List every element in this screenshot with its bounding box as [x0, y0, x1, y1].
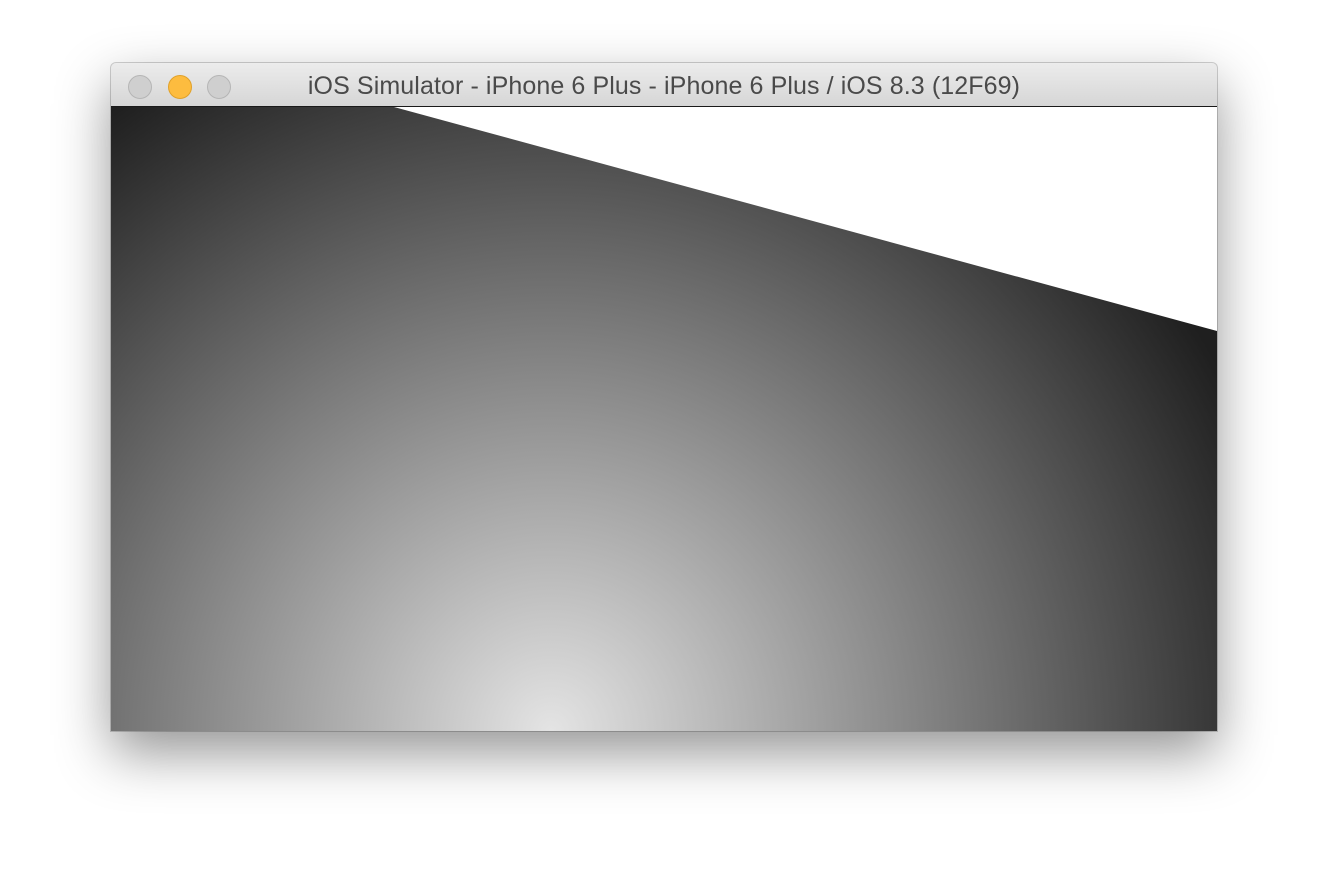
simulator-screen[interactable] — [111, 107, 1217, 731]
simulator-window: iOS Simulator - iPhone 6 Plus - iPhone 6… — [111, 63, 1217, 731]
title-bar[interactable]: iOS Simulator - iPhone 6 Plus - iPhone 6… — [111, 63, 1217, 107]
window-title: iOS Simulator - iPhone 6 Plus - iPhone 6… — [307, 72, 1021, 100]
gradient-canvas — [111, 107, 1217, 731]
